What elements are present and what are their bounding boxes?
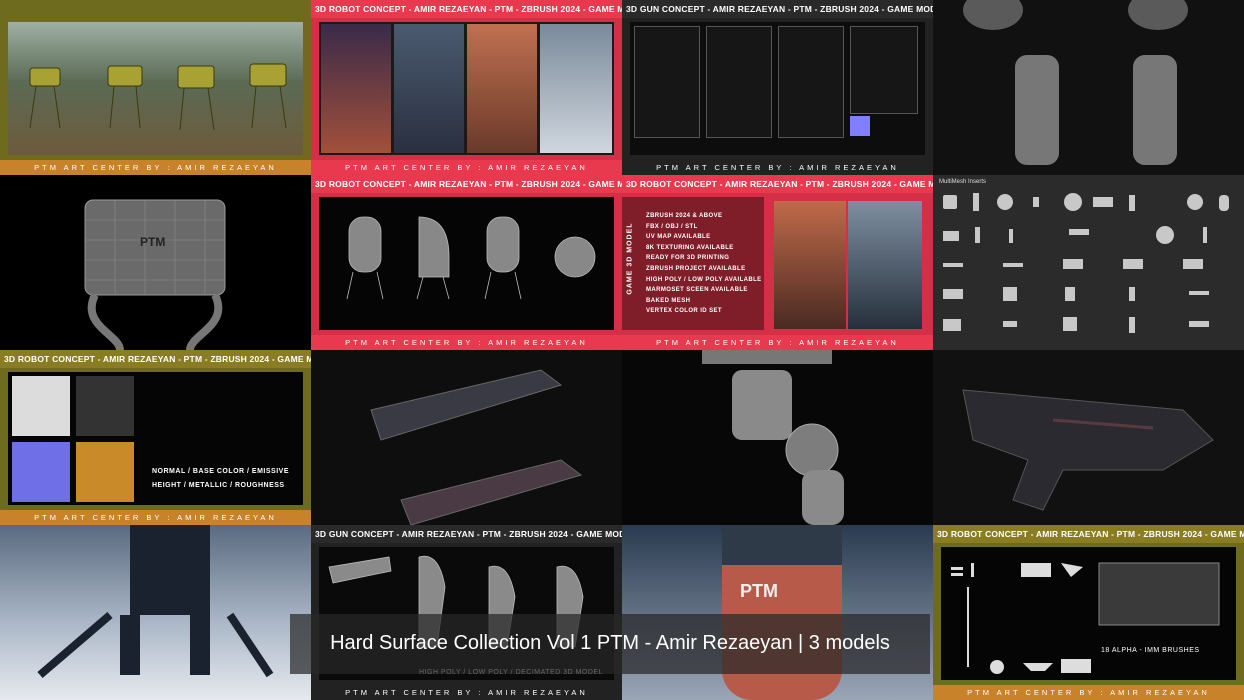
- gun-sheet-panel-1: [634, 26, 700, 138]
- tile-header: 3D ROBOT CONCEPT - AMIR REZAEYAN - PTM -…: [933, 525, 1244, 543]
- product-gallery-grid: PTM ART CENTER BY : AMIR REZAEYAN 3D ROB…: [0, 0, 1244, 700]
- tile-robot-forest[interactable]: PTM ART CENTER BY : AMIR REZAEYAN: [0, 0, 311, 175]
- feature-item: FBX / OBJ / STL: [646, 223, 698, 230]
- tile-header: 3D GUN CONCEPT - AMIR REZAEYAN - PTM - Z…: [311, 525, 622, 543]
- poster-2: [394, 24, 464, 153]
- tile-footer: PTM ART CENTER BY : AMIR REZAEYAN: [0, 160, 311, 175]
- tile-header: 3D ROBOT CONCEPT - AMIR REZAEYAN - PTM -…: [311, 175, 622, 193]
- robot-sky-logo: PTM: [740, 581, 778, 601]
- gun-sheet-panel-4: [850, 26, 918, 114]
- feature-item: UV MAP AVAILABLE: [646, 234, 711, 241]
- features-side-label: GAME 3D MODEL: [626, 222, 634, 295]
- alpha-brush-shapes: [951, 562, 1220, 674]
- tile-footer: PTM ART CENTER BY : AMIR REZAEYAN: [622, 335, 933, 350]
- feature-item: 8K TEXTURING AVAILABLE: [646, 244, 734, 251]
- tile-header: 3D GUN CONCEPT - AMIR REZAEYAN - PTM - Z…: [622, 0, 933, 18]
- robot-ortho-views: [346, 216, 596, 300]
- feature-item: HIGH POLY / LOW POLY AVAILABLE: [646, 276, 762, 283]
- normal-map-swatch: [12, 442, 70, 502]
- feature-item: MARMOSET SCEEN AVAILABLE: [646, 287, 748, 294]
- tile-header: 3D ROBOT CONCEPT - AMIR REZAEYAN - PTM -…: [0, 350, 311, 368]
- tile-robot-orthographic[interactable]: 3D ROBOT CONCEPT - AMIR REZAEYAN - PTM -…: [311, 175, 622, 350]
- tile-gun-closeup[interactable]: [933, 350, 1244, 525]
- tile-footer: PTM ART CENTER BY : AMIR REZAEYAN: [311, 160, 622, 175]
- multimesh-brush-grid: [943, 193, 1229, 333]
- gun-render: [370, 369, 583, 525]
- tile-footer: PTM ART CENTER BY : AMIR REZAEYAN: [311, 685, 622, 700]
- orthographic-frame: [319, 197, 614, 330]
- robot-arm-render: [702, 350, 844, 525]
- tile-footer: PTM ART CENTER BY : AMIR REZAEYAN: [311, 335, 622, 350]
- alpha-brushes-frame: 18 ALPHA - IMM BRUSHES: [941, 547, 1236, 680]
- feature-item: ZBRUSH 2024 & ABOVE: [646, 213, 723, 219]
- feature-item: ZBRUSH PROJECT AVAILABLE: [646, 265, 746, 272]
- robot-sculpt-render: [963, 0, 1188, 165]
- maps-line-2: HEIGHT / METALLIC / ROUGHNESS: [152, 482, 285, 489]
- robot-wireframe-render: [84, 199, 226, 350]
- gun-sheet-frame: [630, 22, 925, 155]
- tile-header: 3D ROBOT CONCEPT - AMIR REZAEYAN - PTM -…: [622, 175, 933, 193]
- maps-line-1: NORMAL / BASE COLOR / EMISSIVE: [152, 468, 289, 475]
- tile-gun-renders[interactable]: [311, 350, 622, 525]
- wireframe-logo: PTM: [140, 235, 166, 249]
- robot-landscape-render: [37, 525, 274, 679]
- tile-footer: PTM ART CENTER BY : AMIR REZAEYAN: [622, 160, 933, 175]
- tile-robot-sculpt-closeup[interactable]: [933, 0, 1244, 175]
- tile-robot-wireframe[interactable]: PTM: [0, 175, 311, 350]
- gun-sheet-panel-2: [706, 26, 772, 138]
- tile-features-list[interactable]: 3D ROBOT CONCEPT - AMIR REZAEYAN - PTM -…: [622, 175, 933, 350]
- poster-1: [321, 24, 391, 153]
- robot-walker-renders: [29, 63, 287, 131]
- caption-overlay: Hard Surface Collection Vol 1 PTM - Amir…: [290, 614, 930, 674]
- tile-footer: PTM ART CENTER BY : AMIR REZAEYAN: [0, 510, 311, 525]
- feature-item: BAKED MESH: [646, 297, 691, 304]
- alpha-caption: 18 ALPHA - IMM BRUSHES: [1101, 647, 1200, 654]
- features-panel: GAME 3D MODEL ZBRUSH 2024 & ABOVE FBX / …: [622, 197, 764, 330]
- poster-3: [467, 24, 537, 153]
- collection-title: Hard Surface Collection Vol 1 PTM - Amir…: [330, 632, 890, 654]
- gun-closeup-render: [962, 389, 1214, 511]
- features-list: ZBRUSH 2024 & ABOVE FBX / OBJ / STL UV M…: [646, 211, 762, 317]
- uv-map-swatch: [76, 376, 134, 436]
- tile-header: 3D ROBOT CONCEPT - AMIR REZAEYAN - PTM -…: [311, 0, 622, 18]
- normal-map-swatch: [850, 116, 870, 136]
- tile-alpha-brushes[interactable]: 3D ROBOT CONCEPT - AMIR REZAEYAN - PTM -…: [933, 525, 1244, 700]
- base-color-swatch: [76, 442, 134, 502]
- tile-robot-arm-sculpt[interactable]: [622, 350, 933, 525]
- tile-footer: PTM ART CENTER BY : AMIR REZAEYAN: [933, 685, 1244, 700]
- tile-robot-landscape[interactable]: [0, 525, 311, 700]
- feature-item: VERTEX COLOR ID SET: [646, 308, 722, 315]
- tile-multimesh-brushes[interactable]: MultiMesh Inserts: [933, 175, 1244, 350]
- tile-gun-sheet[interactable]: 3D GUN CONCEPT - AMIR REZAEYAN - PTM - Z…: [622, 0, 933, 175]
- gun-sheet-panel-3: [778, 26, 844, 138]
- feature-poster-2: [848, 201, 922, 329]
- tile-robot-posters[interactable]: 3D ROBOT CONCEPT - AMIR REZAEYAN - PTM -…: [311, 0, 622, 175]
- tile-texture-maps[interactable]: 3D ROBOT CONCEPT - AMIR REZAEYAN - PTM -…: [0, 350, 311, 525]
- feature-item: READY FOR 3D PRINTING: [646, 255, 730, 262]
- poster-4: [540, 24, 612, 153]
- feature-poster-1: [774, 201, 846, 329]
- poster-strip: [319, 22, 614, 155]
- texture-maps-frame: NORMAL / BASE COLOR / EMISSIVE HEIGHT / …: [8, 372, 303, 505]
- uv-map-swatch: [12, 376, 70, 436]
